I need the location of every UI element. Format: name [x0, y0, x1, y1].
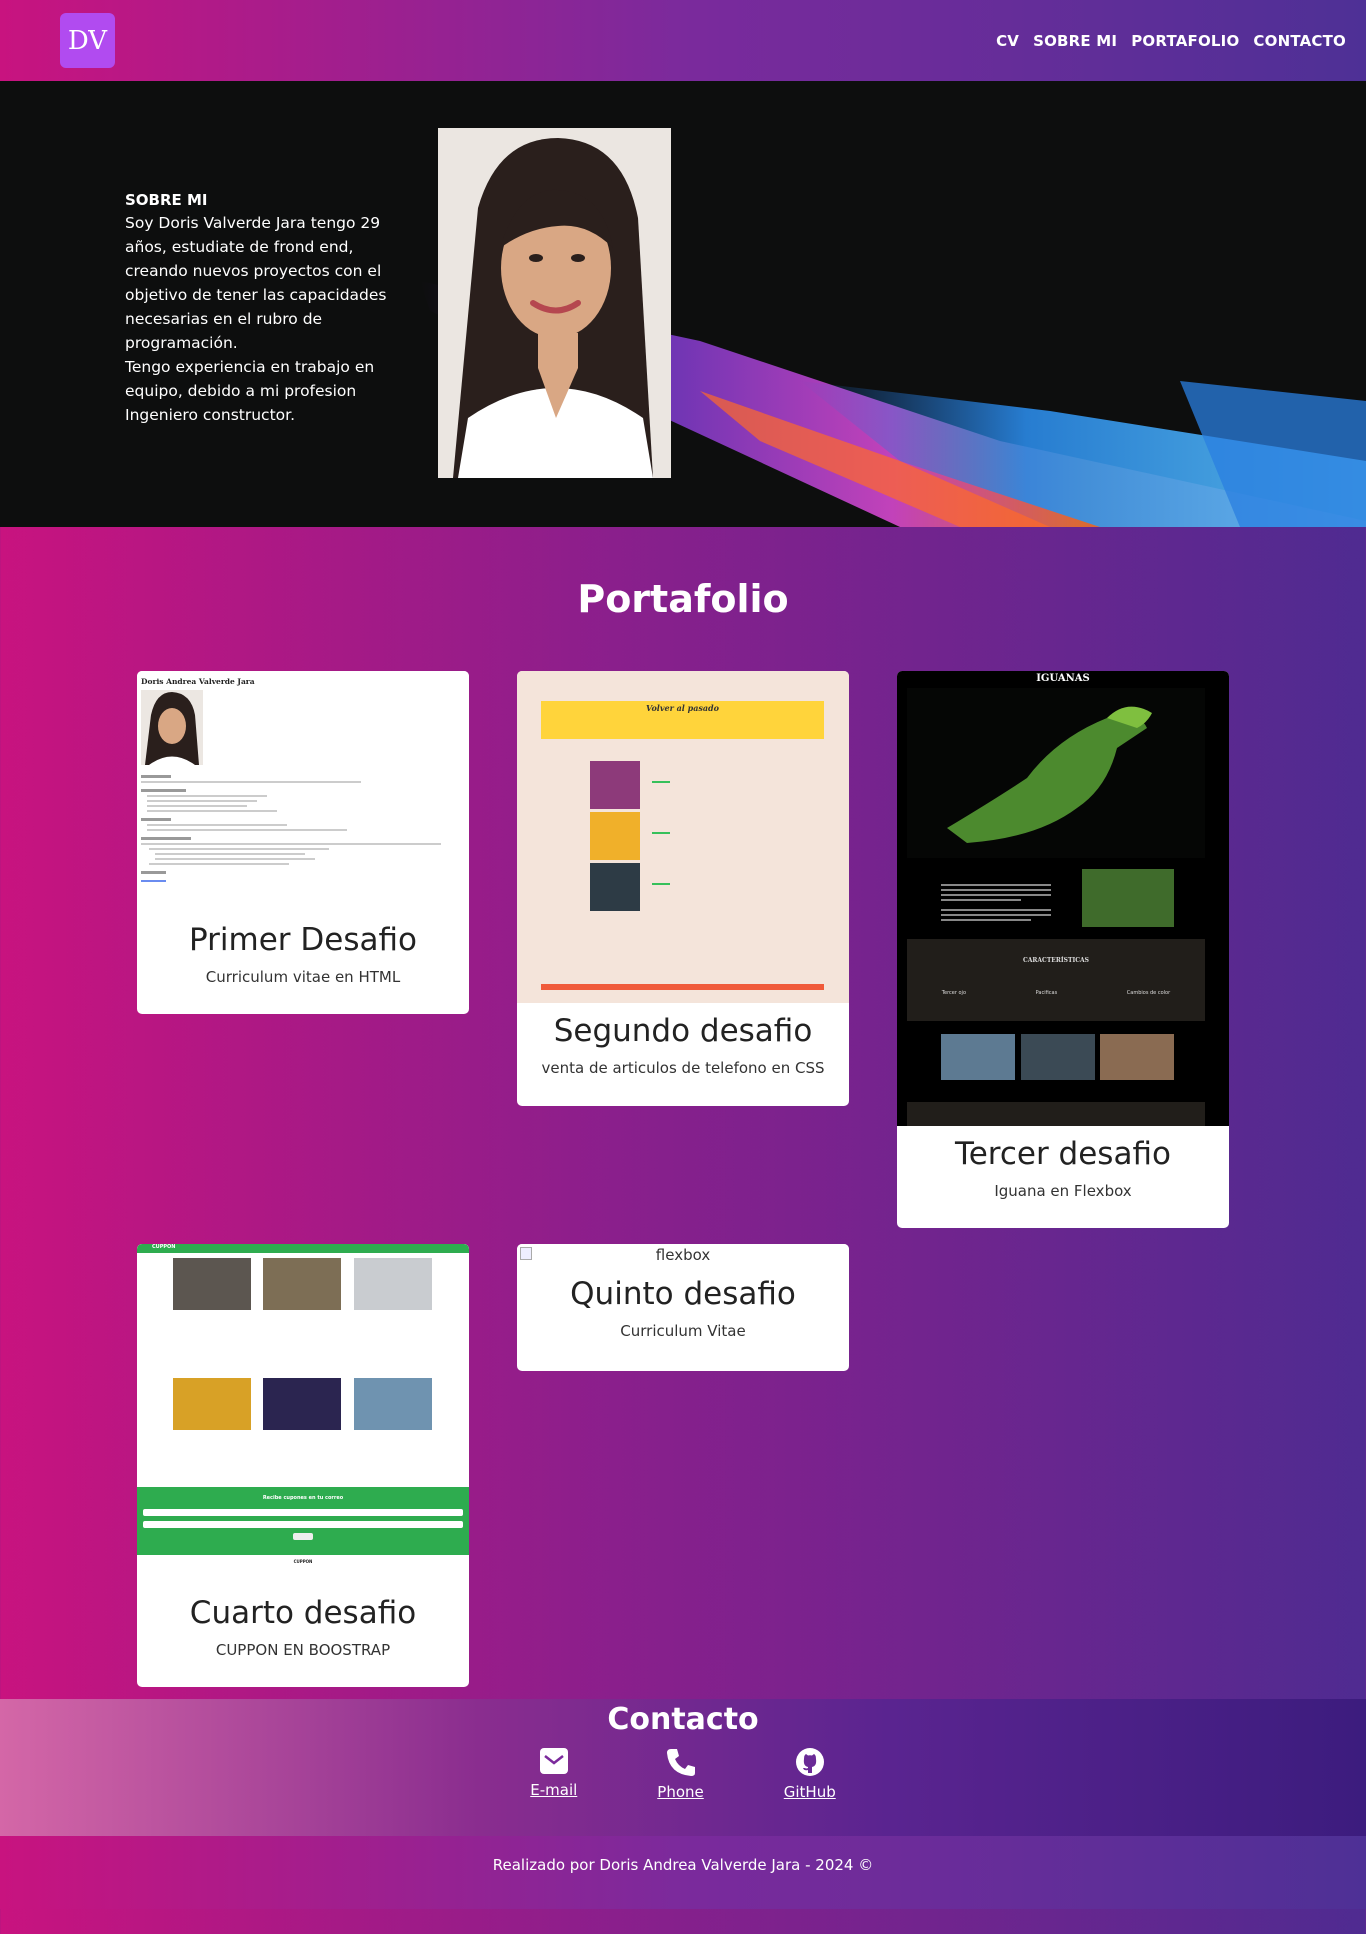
- broken-image-icon: [520, 1247, 532, 1260]
- thumb-coupon-1: [173, 1258, 251, 1310]
- portfolio-card-3[interactable]: IGUANAS CARACTERÍSTICAS Tercer ojo Pacif…: [897, 671, 1229, 1228]
- portfolio-card-2[interactable]: Volver al pasado Segundo desafio venta d…: [517, 671, 849, 1106]
- about-text-experience: Tengo experiencia en trabajo en equipo, …: [125, 358, 375, 424]
- thumb-cuppon-footer: CUPPON: [293, 1559, 313, 1564]
- envelope-icon: [539, 1748, 568, 1774]
- thumb-product-1: [590, 761, 640, 809]
- thumb-shop-banner: Volver al pasado: [541, 701, 824, 739]
- thumb-gallery-2: [1021, 1034, 1095, 1080]
- card-5-title: Quinto desafio: [570, 1276, 796, 1312]
- card-3-thumbnail: IGUANAS CARACTERÍSTICAS Tercer ojo Pacif…: [897, 671, 1229, 1126]
- contact-email-label: E-mail: [530, 1781, 578, 1799]
- nav-link-portafolio[interactable]: PORTAFOLIO: [1131, 32, 1239, 50]
- thumb-gallery-1: [941, 1034, 1015, 1080]
- nav-link-sobre-mi[interactable]: SOBRE MI: [1033, 32, 1117, 50]
- thumb-form-heading: Recibe cupones en tu correo: [262, 1495, 344, 1501]
- thumb-gallery-3: [1100, 1034, 1174, 1080]
- card-2-title: Segundo desafio: [553, 1013, 813, 1049]
- thumb-iguana-title: IGUANAS: [1036, 673, 1090, 684]
- card-5-broken-image: flexbox: [517, 1244, 849, 1266]
- portfolio-section: Portafolio Doris Andrea Valverde Jara Pr…: [0, 527, 1366, 1699]
- profile-photo: [438, 128, 671, 478]
- thumb-coupon-5: [263, 1378, 341, 1430]
- card-4-subtitle: CUPPON EN BOOSTRAP: [215, 1641, 391, 1659]
- hero-section: SOBRE MI Soy Doris Valverde Jara tengo 2…: [0, 81, 1366, 527]
- thumb-coupon-2: [263, 1258, 341, 1310]
- card-4-thumbnail: CUPPON Recibe cupones en tu correo CUPPO…: [137, 1244, 469, 1585]
- card-1-subtitle: Curriculum vitae en HTML: [205, 968, 401, 986]
- broken-image-alt: flexbox: [655, 1246, 711, 1264]
- about-section: SOBRE MI Soy Doris Valverde Jara tengo 2…: [125, 189, 415, 427]
- about-text: Soy Doris Valverde Jara tengo 29 años, e…: [125, 214, 387, 352]
- about-heading: SOBRE MI: [125, 191, 208, 209]
- github-icon: [795, 1748, 824, 1776]
- card-2-subtitle: venta de articulos de telefono en CSS: [541, 1059, 825, 1077]
- card-3-subtitle: Iguana en Flexbox: [994, 1182, 1132, 1200]
- thumb-features-heading: CARACTERÍSTICAS: [1022, 957, 1090, 964]
- contact-section: Contacto E-mail Phone GitHub: [0, 1699, 1366, 1836]
- portfolio-title: Portafolio: [577, 577, 789, 621]
- thumb-iguana-hero: [907, 688, 1205, 858]
- thumb-cv-lines: [141, 775, 465, 882]
- nav-link-contacto[interactable]: CONTACTO: [1253, 32, 1346, 50]
- card-5-subtitle: Curriculum Vitae: [620, 1322, 746, 1340]
- thumb-feature-2: Pacificas: [1035, 990, 1058, 996]
- card-2-thumbnail: Volver al pasado: [517, 671, 849, 1003]
- thumb-product-2: [590, 812, 640, 860]
- thumb-cuppon-form: Recibe cupones en tu correo: [137, 1487, 469, 1555]
- thumb-iguana-text: [941, 881, 1051, 924]
- thumb-cv-photo: [141, 690, 203, 765]
- card-1-title: Primer Desafio: [189, 922, 417, 958]
- contact-email-link[interactable]: E-mail: [530, 1747, 577, 1801]
- card-3-title: Tercer desafio: [955, 1136, 1171, 1172]
- logo[interactable]: DV: [60, 13, 115, 68]
- thumb-iguana-features: CARACTERÍSTICAS Tercer ojo Pacificas Cam…: [907, 939, 1205, 1021]
- nav-links: CV SOBRE MI PORTAFOLIO CONTACTO: [996, 32, 1346, 50]
- contact-github-label: GitHub: [783, 1783, 836, 1801]
- footer: Realizado por Doris Andrea Valverde Jara…: [0, 1836, 1366, 1909]
- thumb-product-3: [590, 863, 640, 911]
- thumb-feature-3: Cambios de color: [1126, 990, 1171, 996]
- footer-text: Realizado por Doris Andrea Valverde Jara…: [492, 1856, 874, 1874]
- contact-phone-link[interactable]: Phone: [657, 1747, 704, 1801]
- thumb-feature-1: Tercer ojo: [941, 990, 967, 996]
- thumb-coupon-4: [173, 1378, 251, 1430]
- thumb-coupon-6: [354, 1378, 432, 1430]
- thumb-coupon-3: [354, 1258, 432, 1310]
- thumb-cv-name: Doris Andrea Valverde Jara: [141, 677, 255, 686]
- navbar: DV CV SOBRE MI PORTAFOLIO CONTACTO: [0, 0, 1366, 81]
- thumb-iguana-photo: [1082, 869, 1174, 927]
- contact-links: E-mail Phone GitHub: [0, 1747, 1366, 1801]
- contact-github-link[interactable]: GitHub: [784, 1747, 836, 1801]
- thumb-cuppon-navbar: CUPPON: [137, 1244, 469, 1253]
- contact-phone-label: Phone: [657, 1783, 704, 1801]
- card-4-title: Cuarto desafio: [189, 1595, 417, 1631]
- portfolio-grid: Doris Andrea Valverde Jara Primer Desafi…: [0, 671, 1366, 1691]
- portfolio-card-4[interactable]: CUPPON Recibe cupones en tu correo CUPPO…: [137, 1244, 469, 1687]
- portfolio-card-5[interactable]: flexbox Quinto desafio Curriculum Vitae: [517, 1244, 849, 1371]
- thumb-shop-footer: [541, 984, 824, 990]
- thumb-iguana-footer: [907, 1102, 1205, 1126]
- phone-icon: [666, 1749, 695, 1776]
- portfolio-card-1[interactable]: Doris Andrea Valverde Jara Primer Desafi…: [137, 671, 469, 1014]
- card-1-thumbnail: Doris Andrea Valverde Jara: [137, 671, 469, 912]
- contact-title: Contacto: [607, 1702, 759, 1737]
- nav-link-cv[interactable]: CV: [996, 32, 1019, 50]
